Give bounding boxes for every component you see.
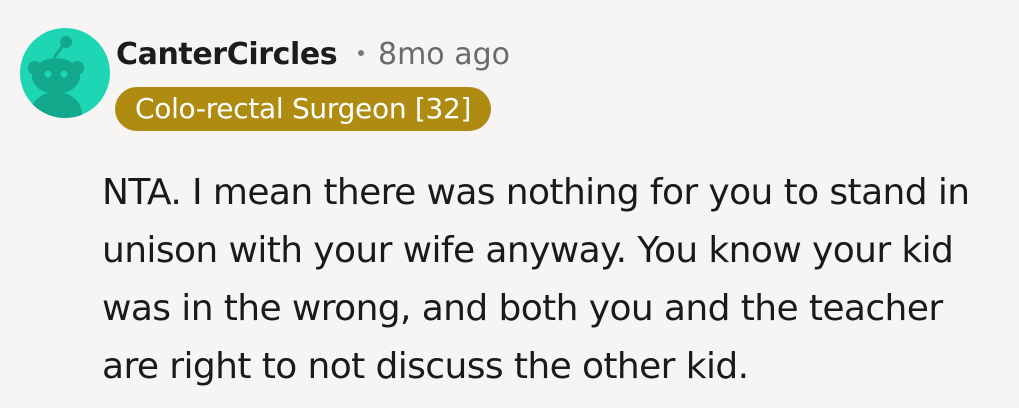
comment: CanterCircles 8mo ago Colo-rectal Surgeo… — [0, 0, 1019, 408]
comment-timestamp[interactable]: 8mo ago — [378, 37, 510, 72]
comment-meta: 8mo ago — [358, 36, 510, 74]
user-flair-badge: Colo-rectal Surgeon [32] — [115, 87, 492, 131]
user-avatar-icon[interactable] — [20, 28, 110, 118]
author-username[interactable]: CanterCircles — [116, 36, 338, 74]
comment-body: NTA. I mean there was nothing for you to… — [102, 172, 970, 387]
separator-dot-icon — [358, 49, 364, 56]
